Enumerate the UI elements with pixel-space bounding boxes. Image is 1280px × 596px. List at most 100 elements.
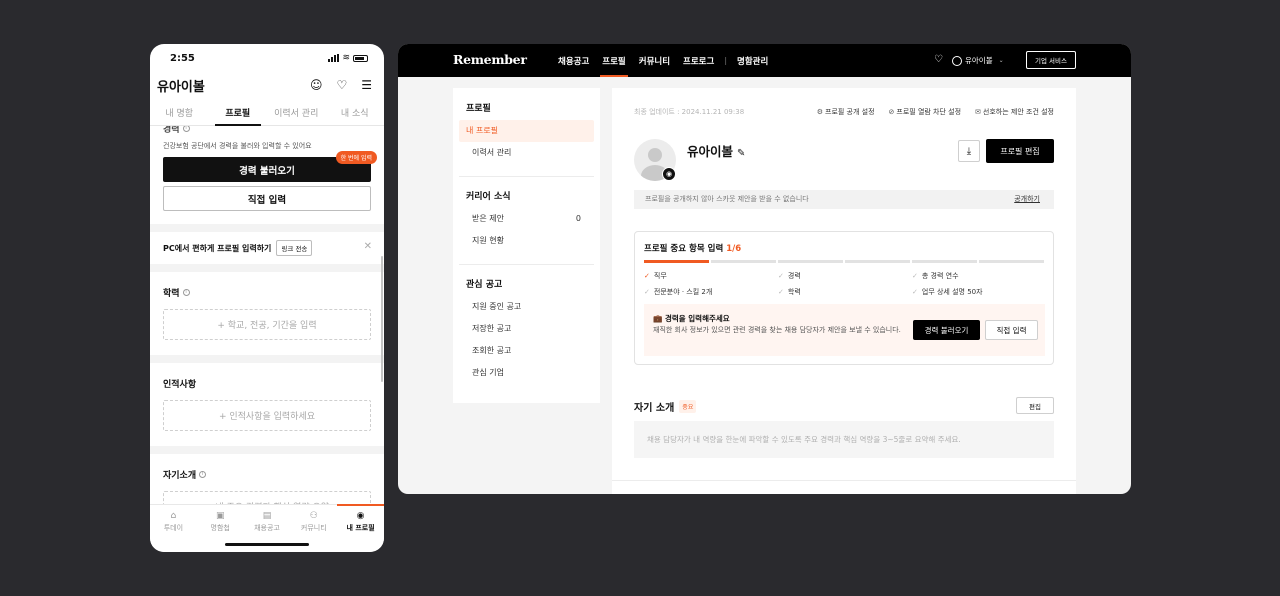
nav-prologue[interactable]: 프로로그 — [683, 44, 714, 77]
checklist-item: ✓ 직무 — [644, 272, 667, 280]
progress-segment — [979, 260, 1044, 263]
header-actions: ☺ ♡ ☰ — [310, 78, 372, 92]
divider — [459, 264, 594, 265]
info-icon[interactable]: i — [182, 126, 190, 132]
user-menu[interactable]: 유아이볼 ⌄ — [952, 55, 1004, 66]
check-icon: ✓ — [912, 288, 918, 296]
intro-placeholder[interactable]: 채용 담당자가 내 역량을 한눈에 파악할 수 있도록 주요 경력과 핵심 역량… — [634, 421, 1054, 458]
progress-segment — [644, 260, 709, 263]
manual-input-button[interactable]: 직접 입력 — [163, 186, 371, 211]
check-icon: ✓ — [778, 272, 784, 280]
manual-input-button[interactable]: 직접 입력 — [985, 320, 1038, 340]
mobile-header: 유아이볼 ☺ ♡ ☰ — [150, 72, 384, 102]
send-link-button[interactable]: 링크 전송 — [276, 240, 313, 256]
sidebar-item-viewed[interactable]: 조회한 공고 — [459, 340, 594, 362]
nav-jobs[interactable]: 채용공고 — [558, 44, 589, 77]
career-section: 경력 i 건강보험 공단에서 경력을 불러와 입력할 수 있어요 경력 불러오기 … — [150, 126, 384, 224]
tab-my-card[interactable]: 내 명함 — [150, 102, 209, 125]
add-personal-info-button[interactable]: + 인적사항을 입력하세요 — [163, 400, 371, 431]
nav-today[interactable]: ⌂ 투데이 — [150, 505, 197, 552]
sidebar-item-saved[interactable]: 저장한 공고 — [459, 318, 594, 340]
offers-count: 0 — [575, 214, 581, 223]
import-career-button[interactable]: 경력 불러오기 — [913, 320, 980, 340]
check-icon: ✓ — [912, 272, 918, 280]
top-navbar: Remember 채용공고 프로필 커뮤니티 프로로그 | 명함관리 ♡ 유아이… — [398, 44, 1131, 77]
add-intro-button[interactable]: + 내 주요 경력과 핵심 역량 요약 — [163, 491, 371, 504]
remember-logo[interactable]: Remember — [453, 52, 527, 67]
mail-icon: ✉ — [975, 108, 981, 116]
divider — [459, 176, 594, 177]
desktop-app-mockup: Remember 채용공고 프로필 커뮤니티 프로로그 | 명함관리 ♡ 유아이… — [398, 44, 1131, 494]
main-nav: 채용공고 프로필 커뮤니티 프로로그 | 명함관리 — [558, 44, 781, 77]
avatar-icon — [952, 55, 962, 66]
import-career-button[interactable]: 경력 불러오기 한 번에 입력 — [163, 151, 377, 182]
block-setting-link[interactable]: ⊘ 프로필 열람 차단 설정 — [889, 107, 962, 117]
add-education-button[interactable]: + 학교, 전공, 기간을 입력 — [163, 309, 371, 340]
checklist-item: ✓ 학력 — [778, 288, 801, 296]
status-indicators: ≋ — [328, 54, 368, 63]
sidebar-item-applying[interactable]: 지원 중인 공고 — [459, 296, 594, 318]
download-button[interactable]: ⤓ — [958, 140, 980, 162]
checklist-item: ✓ 총 경력 연수 — [912, 272, 959, 280]
important-badge: 중요 — [679, 400, 697, 413]
make-public-link[interactable]: 공개하기 — [1014, 190, 1040, 209]
sidebar-header-career: 커리어 소식 — [466, 192, 511, 202]
page-title: 유아이볼 — [157, 80, 205, 95]
profile-scroll-area[interactable]: 경력 i 건강보험 공단에서 경력을 불러와 입력할 수 있어요 경력 불러오기 … — [150, 126, 384, 504]
tab-news[interactable]: 내 소식 — [326, 102, 385, 125]
one-click-badge: 한 번에 입력 — [335, 151, 377, 164]
preference-setting-link[interactable]: ✉ 선호하는 제안 조건 설정 — [975, 107, 1054, 117]
camera-icon[interactable]: ◉ — [662, 167, 676, 181]
eye-off-icon: ⊘ — [888, 108, 895, 116]
info-icon[interactable]: i — [199, 471, 207, 478]
profile-settings-links: ⚙ 프로필 공개 설정 ⊘ 프로필 열람 차단 설정 ✉ 선호하는 제안 조건 설정 — [817, 107, 1054, 117]
check-icon: ✓ — [778, 288, 784, 296]
bell-icon[interactable]: ♡ — [934, 54, 943, 65]
sidebar-header-profile: 프로필 — [466, 104, 491, 114]
nav-community[interactable]: 커뮤니티 — [639, 44, 670, 77]
completion-count: 1/6 — [726, 244, 742, 254]
scrollbar[interactable] — [381, 256, 383, 382]
sidebar: 프로필 내 프로필 이력서 관리 커리어 소식 받은 제안 0 지원 현황 관심 … — [453, 88, 600, 403]
completion-checklist: ✓ 직무 ✓ 경력 ✓ 총 경력 연수 ✓ 전문분야 · 스킬 2개 ✓ 학력 ✓ 업무 상… — [644, 271, 1044, 297]
menu-icon[interactable]: ☰ — [361, 78, 372, 92]
career-description: 건강보험 공단에서 경력을 불러와 입력할 수 있어요 — [163, 142, 312, 150]
sidebar-item-resume[interactable]: 이력서 관리 — [459, 142, 594, 164]
pencil-icon[interactable]: ✎ — [737, 148, 745, 159]
sidebar-item-companies[interactable]: 관심 기업 — [459, 362, 594, 384]
pc-banner-text: PC에서 편하게 프로필 입력하기 — [163, 243, 272, 253]
info-icon[interactable]: i — [182, 289, 190, 296]
home-icon: ⌂ — [170, 511, 177, 521]
edit-profile-button[interactable]: 프로필 편집 — [986, 139, 1054, 163]
education-title: 학력 i — [163, 286, 371, 299]
battery-icon — [353, 54, 368, 62]
tab-resume[interactable]: 이력서 관리 — [267, 102, 326, 125]
signal-icon — [328, 54, 340, 62]
chevron-down-icon: ⌄ — [998, 57, 1004, 64]
tab-profile[interactable]: 프로필 — [209, 102, 268, 126]
bell-icon[interactable]: ♡ — [336, 78, 347, 92]
completion-progress-bar — [644, 260, 1044, 263]
last-updated: 최종 업데이트 : 2024.11.21 09:38 — [634, 108, 745, 116]
public-setting-link[interactable]: ⚙ 프로필 공개 설정 — [817, 107, 875, 117]
checklist-item: ✓ 경력 — [778, 272, 801, 280]
sidebar-item-offers[interactable]: 받은 제안 0 — [459, 208, 594, 230]
briefcase-icon: 💼 — [653, 314, 663, 323]
home-indicator — [225, 543, 309, 546]
check-icon: ✓ — [644, 288, 650, 296]
tip-title: 💼 경력을 입력해주세요 — [653, 314, 730, 323]
checklist-item: ✓ 업무 상세 설명 50자 — [912, 288, 983, 296]
nav-card-management[interactable]: 명함관리 — [737, 44, 768, 77]
intro-edit-button[interactable]: 편집 — [1016, 397, 1054, 414]
nav-profile[interactable]: 프로필 — [600, 44, 629, 77]
intro-title: 자기소개 i — [163, 468, 371, 481]
profile-name: 유아이볼 ✎ — [687, 144, 746, 159]
business-service-button[interactable]: 기업 서비스 — [1026, 51, 1076, 69]
close-icon[interactable]: ✕ — [364, 241, 372, 252]
mobile-app-mockup: 2:55 ≋ 유아이볼 ☺ ♡ ☰ 내 명함 프로필 이력서 관리 내 소식 경… — [150, 44, 384, 552]
person-plus-icon[interactable]: ☺ — [310, 78, 323, 92]
nav-my-profile[interactable]: ◉ 내 프로필 — [337, 504, 384, 552]
sidebar-item-my-profile[interactable]: 내 프로필 — [459, 120, 594, 142]
sidebar-item-applications[interactable]: 지원 현황 — [459, 230, 594, 252]
progress-segment — [778, 260, 843, 263]
